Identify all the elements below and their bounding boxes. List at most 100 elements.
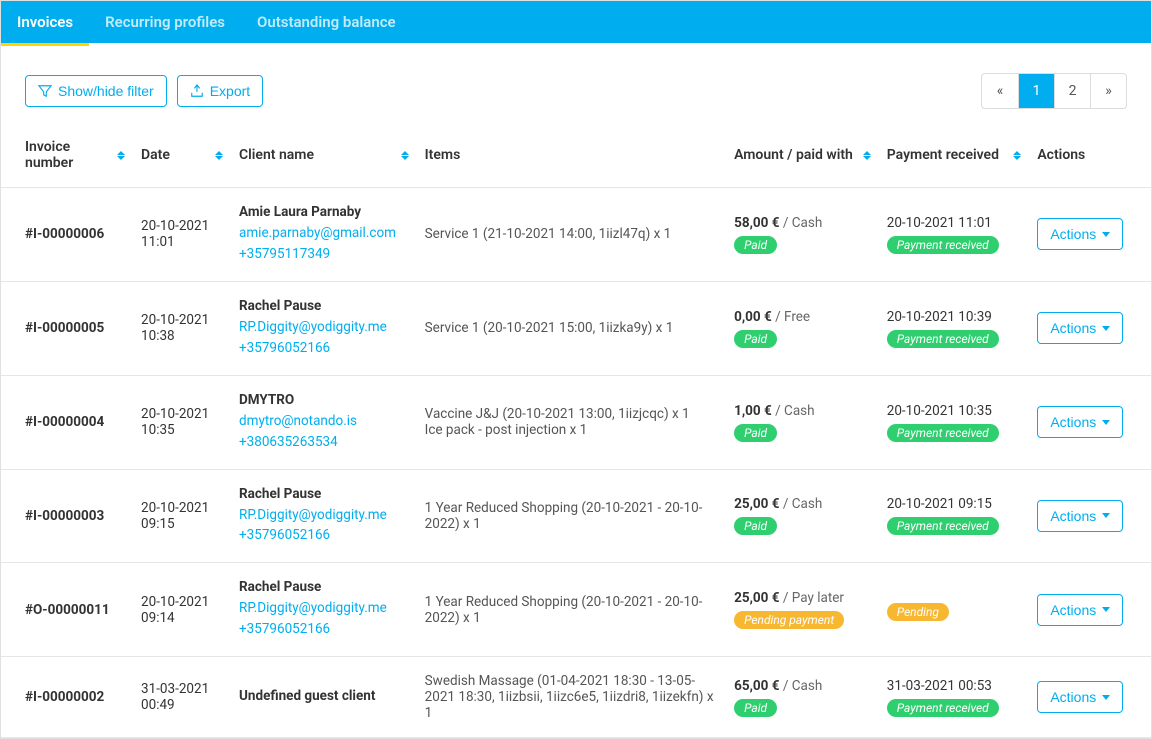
tab-recurring[interactable]: Recurring profiles bbox=[89, 1, 241, 43]
cell-actions: Actions bbox=[1029, 375, 1151, 469]
pagination: « 1 2 » bbox=[981, 73, 1127, 109]
paid-with: / Pay later bbox=[780, 590, 844, 606]
client-email-link[interactable]: RP.Diggity@yodiggity.me bbox=[239, 598, 409, 619]
actions-button[interactable]: Actions bbox=[1037, 594, 1123, 626]
client-phone-link[interactable]: +35796052166 bbox=[239, 619, 409, 640]
sort-icon bbox=[215, 151, 223, 160]
client-email-link[interactable]: amie.parnaby@gmail.com bbox=[239, 223, 409, 244]
cell-invoice-number: #I-00000006 bbox=[1, 188, 133, 282]
page-first[interactable]: « bbox=[982, 74, 1018, 108]
actions-button-label: Actions bbox=[1050, 508, 1096, 524]
payment-date: 31-03-2021 00:53 bbox=[887, 678, 1022, 694]
status-badge: Paid bbox=[734, 424, 777, 442]
cell-items: 1 Year Reduced Shopping (20-10-2021 - 20… bbox=[417, 563, 726, 657]
cell-date: 31-03-2021 00:49 bbox=[133, 657, 231, 738]
tab-outstanding[interactable]: Outstanding balance bbox=[241, 1, 412, 43]
client-phone-link[interactable]: +35795117349 bbox=[239, 244, 409, 265]
actions-button[interactable]: Actions bbox=[1037, 218, 1123, 250]
client-email-link[interactable]: RP.Diggity@yodiggity.me bbox=[239, 317, 409, 338]
sort-icon bbox=[117, 151, 125, 160]
client-name: Undefined guest client bbox=[239, 688, 409, 704]
cell-invoice-number: #O-00000011 bbox=[1, 563, 133, 657]
client-name: Rachel Pause bbox=[239, 298, 409, 314]
th-invoice-number[interactable]: Invoice number bbox=[1, 129, 133, 188]
th-items: Items bbox=[417, 129, 726, 188]
page-last[interactable]: » bbox=[1090, 74, 1126, 108]
cell-client: Amie Laura Parnaby amie.parnaby@gmail.com… bbox=[231, 188, 417, 282]
amount-value: 65,00 € bbox=[734, 678, 779, 694]
th-label: Client name bbox=[239, 147, 314, 163]
amount-value: 25,00 € bbox=[734, 496, 779, 512]
tab-invoices[interactable]: Invoices bbox=[1, 1, 89, 43]
th-actions: Actions bbox=[1029, 129, 1151, 188]
actions-button[interactable]: Actions bbox=[1037, 500, 1123, 532]
table-row: #O-0000001120-10-2021 09:14Rachel PauseR… bbox=[1, 563, 1151, 657]
sort-icon bbox=[401, 151, 409, 160]
actions-button-label: Actions bbox=[1050, 414, 1096, 430]
th-amount[interactable]: Amount / paid with bbox=[726, 129, 879, 188]
table-row: #I-0000000620-10-2021 11:01Amie Laura Pa… bbox=[1, 188, 1151, 282]
cell-client: Rachel PauseRP.Diggity@yodiggity.me+3579… bbox=[231, 469, 417, 563]
payment-date: 20-10-2021 10:35 bbox=[887, 403, 1022, 419]
payment-badge: Payment received bbox=[887, 236, 999, 254]
payment-badge: Payment received bbox=[887, 330, 999, 348]
table-row: #I-0000000320-10-2021 09:15Rachel PauseR… bbox=[1, 469, 1151, 563]
cell-payment-received: 20-10-2021 09:15Payment received bbox=[879, 469, 1030, 563]
export-button[interactable]: Export bbox=[177, 75, 263, 107]
payment-badge: Pending bbox=[887, 603, 949, 621]
export-button-label: Export bbox=[210, 83, 250, 99]
chevron-down-icon bbox=[1102, 232, 1110, 237]
actions-button[interactable]: Actions bbox=[1037, 406, 1123, 438]
th-payment-received[interactable]: Payment received bbox=[879, 129, 1030, 188]
cell-items: Service 1 (20-10-2021 15:00, 1iizka9y) x… bbox=[417, 281, 726, 375]
status-badge: Paid bbox=[734, 330, 777, 348]
page-1[interactable]: 1 bbox=[1018, 74, 1054, 108]
th-date[interactable]: Date bbox=[133, 129, 231, 188]
cell-payment-received: 20-10-2021 11:01Payment received bbox=[879, 188, 1030, 282]
cell-amount: 1,00 € / CashPaid bbox=[726, 375, 879, 469]
chevron-down-icon bbox=[1102, 695, 1110, 700]
cell-amount: 58,00 € / CashPaid bbox=[726, 188, 879, 282]
cell-client: DMYTROdmytro@notando.is+380635263534 bbox=[231, 375, 417, 469]
cell-actions: Actions bbox=[1029, 469, 1151, 563]
client-phone-link[interactable]: +380635263534 bbox=[239, 432, 409, 453]
amount-value: 25,00 € bbox=[734, 590, 779, 606]
client-name: Amie Laura Parnaby bbox=[239, 204, 409, 220]
filter-button-label: Show/hide filter bbox=[58, 83, 154, 99]
cell-invoice-number: #I-00000003 bbox=[1, 469, 133, 563]
actions-button[interactable]: Actions bbox=[1037, 681, 1123, 713]
cell-client: Undefined guest client bbox=[231, 657, 417, 738]
cell-amount: 25,00 € / CashPaid bbox=[726, 469, 879, 563]
cell-amount: 25,00 € / Pay laterPending payment bbox=[726, 563, 879, 657]
actions-button[interactable]: Actions bbox=[1037, 312, 1123, 344]
client-email-link[interactable]: RP.Diggity@yodiggity.me bbox=[239, 505, 409, 526]
paid-with: / Cash bbox=[780, 215, 823, 231]
table-row: #I-00000004 20-10-2021 10:35 DMYTROdmytro@… bbox=[1, 375, 1151, 469]
filter-button[interactable]: Show/hide filter bbox=[25, 75, 167, 107]
chevron-down-icon bbox=[1102, 326, 1110, 331]
actions-button-label: Actions bbox=[1050, 320, 1096, 336]
paid-with: / Cash bbox=[772, 403, 815, 419]
chevron-down-icon bbox=[1102, 513, 1110, 518]
client-name: Rachel Pause bbox=[239, 579, 409, 595]
page-2[interactable]: 2 bbox=[1054, 74, 1090, 108]
funnel-icon bbox=[38, 84, 52, 98]
th-client-name[interactable]: Client name bbox=[231, 129, 417, 188]
cell-items: Service 1 (21-10-2021 14:00, 1iizl47q) x… bbox=[417, 188, 726, 282]
table-row: #I-0000000520-10-2021 10:38Rachel PauseR… bbox=[1, 281, 1151, 375]
cell-payment-received: 20-10-2021 10:39 Payment received bbox=[879, 281, 1030, 375]
client-email-link[interactable]: dmytro@notando.is bbox=[239, 411, 409, 432]
client-phone-link[interactable]: +35796052166 bbox=[239, 525, 409, 546]
paid-with: / Cash bbox=[780, 678, 823, 694]
cell-actions: Actions bbox=[1029, 281, 1151, 375]
paid-with: / Cash bbox=[780, 496, 823, 512]
sort-icon bbox=[863, 151, 871, 160]
cell-date: 20-10-2021 10:38 bbox=[133, 281, 231, 375]
cell-invoice-number: #I-00000004 bbox=[1, 375, 133, 469]
cell-date: 20-10-2021 11:01 bbox=[133, 188, 231, 282]
client-phone-link[interactable]: +35796052166 bbox=[239, 338, 409, 359]
cell-actions: Actions bbox=[1029, 188, 1151, 282]
chevron-down-icon bbox=[1102, 607, 1110, 612]
payment-date: 20-10-2021 10:39 bbox=[887, 309, 1022, 325]
actions-button-label: Actions bbox=[1050, 689, 1096, 705]
